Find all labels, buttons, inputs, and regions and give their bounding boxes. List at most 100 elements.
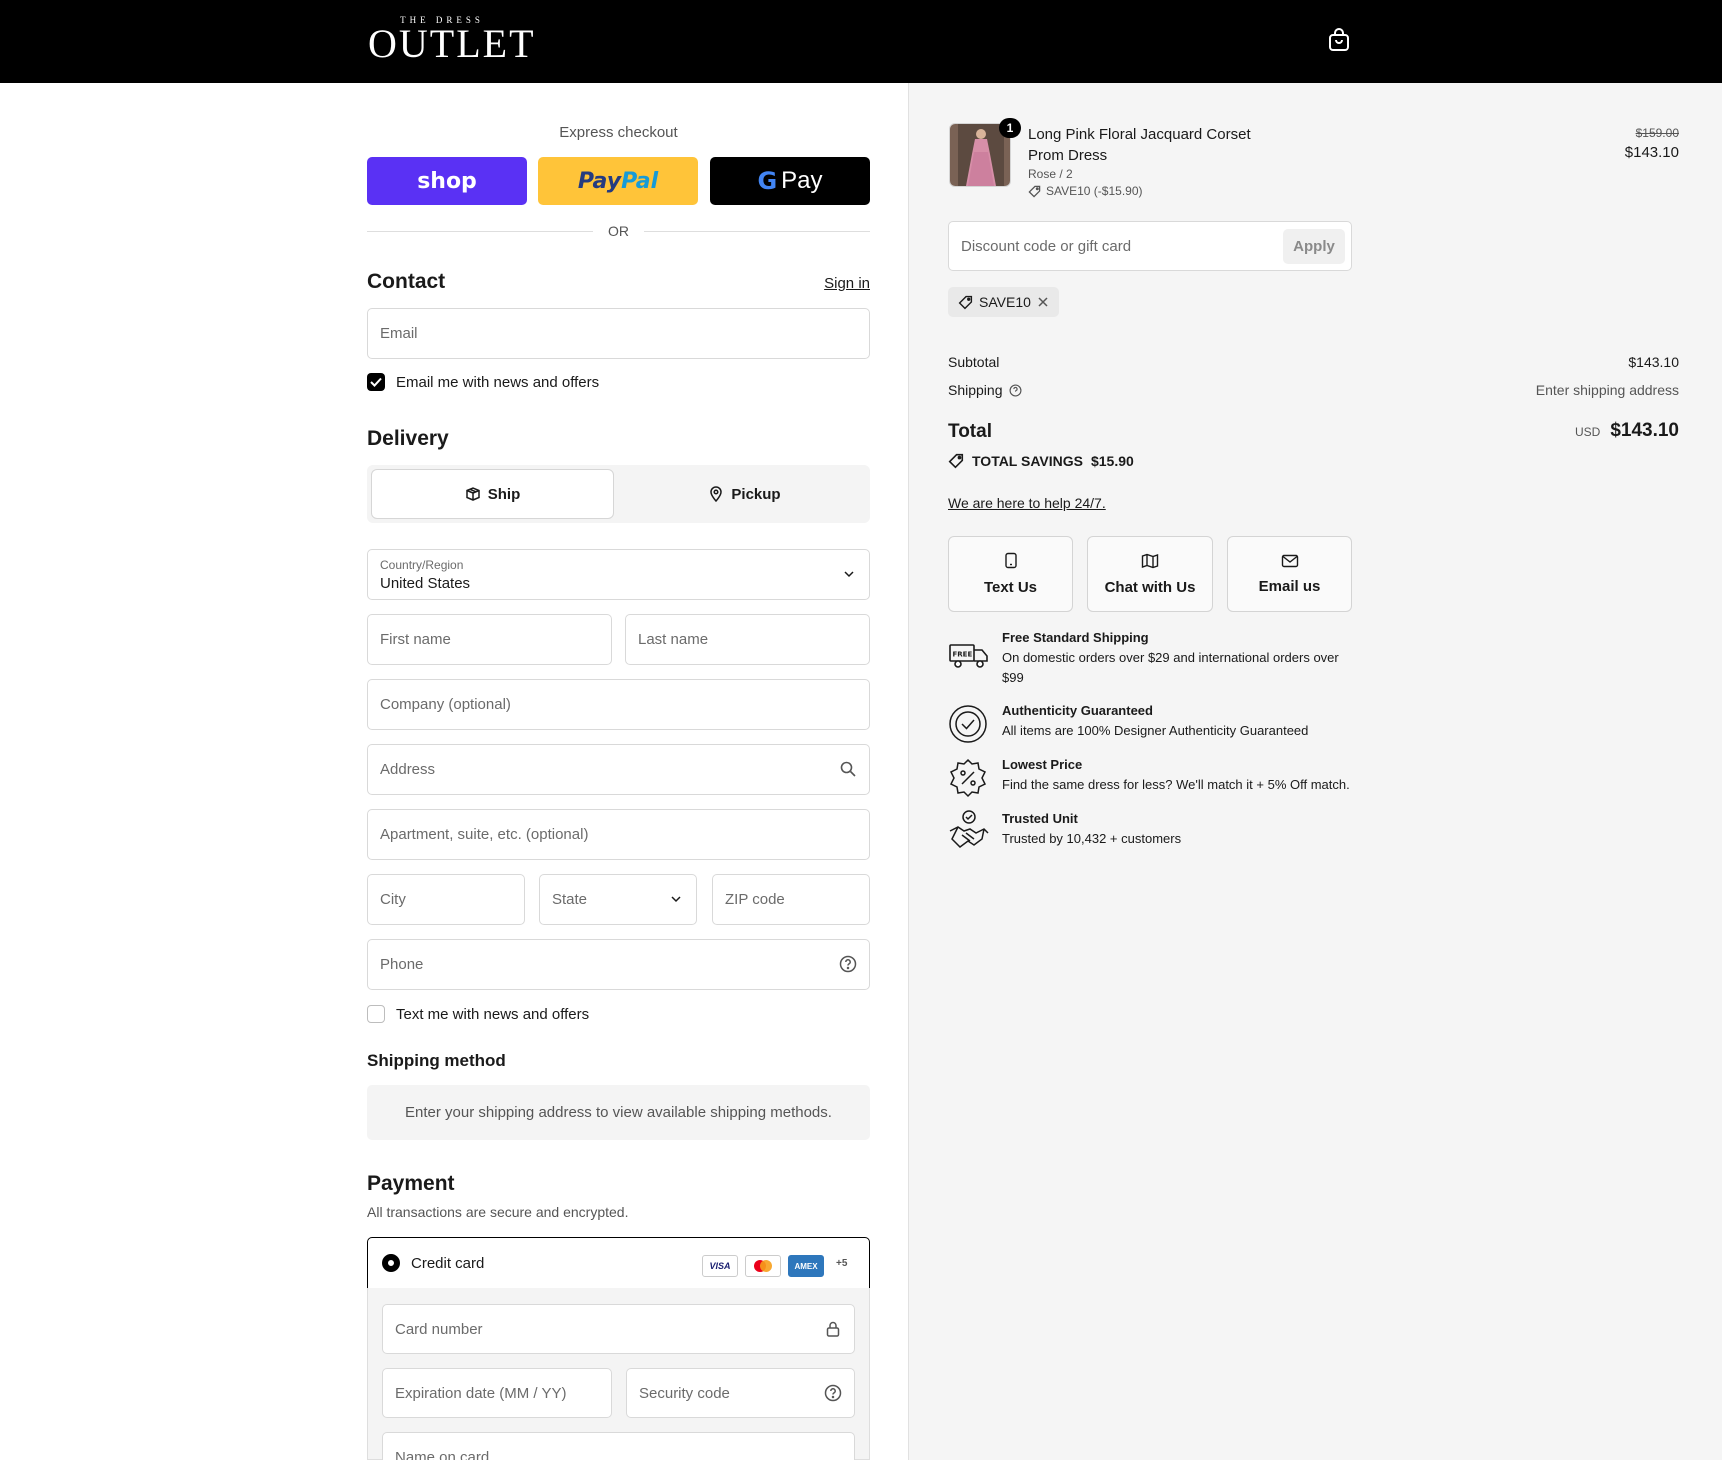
more-cards-label: +5 [836, 1258, 848, 1269]
city-field[interactable]: City [367, 874, 525, 925]
text-us-label: Text Us [983, 579, 1038, 596]
credit-card-label: Credit card [411, 1255, 485, 1272]
or-divider: OR [367, 223, 870, 239]
address-field[interactable]: Address [367, 744, 870, 795]
help-circle-icon[interactable] [824, 1384, 842, 1402]
order-summary: 1 Long Pink Floral Jacquard Corset Prom … [908, 83, 1722, 1460]
subtotal-value: $143.10 [1628, 354, 1679, 370]
search-icon [840, 761, 856, 777]
sign-in-link[interactable]: Sign in [824, 275, 870, 292]
tag-icon [958, 295, 973, 309]
credit-card-option[interactable]: Credit card VISA AMEX +5 [367, 1237, 870, 1289]
country-select[interactable]: Country/Region United States [367, 549, 870, 600]
site-header: THE DRESS OUTLET [0, 0, 1722, 83]
shopping-bag-icon[interactable] [1328, 28, 1350, 52]
apartment-field[interactable]: Apartment, suite, etc. (optional) [367, 809, 870, 860]
tag-icon [948, 453, 964, 469]
savings-label: TOTAL SAVINGS [972, 453, 1083, 469]
amex-label: AMEX [794, 1261, 818, 1271]
state-select[interactable]: State [539, 874, 697, 925]
amex-icon: AMEX [788, 1255, 824, 1277]
feature-title: Free Standard Shipping [1002, 630, 1149, 645]
phone-field[interactable]: Phone [367, 939, 870, 990]
name-on-card-placeholder: Name on card [395, 1449, 490, 1460]
handshake-icon [949, 810, 989, 848]
applied-code-label: SAVE10 [979, 294, 1031, 310]
product-price: $143.10 [1624, 144, 1679, 161]
close-icon[interactable] [1037, 296, 1049, 308]
pickup-label: Pickup [731, 485, 781, 503]
help-circle-icon[interactable] [839, 955, 857, 973]
email-field[interactable]: Email [367, 308, 870, 359]
authenticity-badge-icon [949, 705, 987, 743]
free-shipping-truck-icon: FREE [949, 644, 988, 668]
lock-icon [826, 1321, 840, 1337]
currency-label: USD [1574, 425, 1601, 439]
expiration-field[interactable]: Expiration date (MM / YY) [382, 1368, 612, 1418]
ship-option[interactable]: Ship [371, 469, 614, 519]
total-value: $143.10 [1610, 420, 1679, 441]
shipping-method-info: Enter your shipping address to view avai… [367, 1085, 870, 1140]
paypal-button[interactable]: Pay Pal [538, 157, 698, 205]
total-savings: TOTAL SAVINGS $15.90 [948, 453, 1134, 469]
subtotal-label: Subtotal [948, 354, 1000, 370]
card-number-field[interactable]: Card number [382, 1304, 855, 1354]
help-link[interactable]: We are here to help 24/7. [948, 495, 1106, 511]
map-icon [1141, 553, 1159, 568]
payment-subtitle: All transactions are secure and encrypte… [367, 1204, 629, 1220]
shop-pay-label: shop [417, 168, 477, 194]
percent-badge-icon [949, 758, 987, 798]
credit-card-radio[interactable] [382, 1254, 400, 1272]
email-news-checkbox[interactable] [367, 373, 385, 391]
logo-text: OUTLET [368, 21, 536, 66]
company-field[interactable]: Company (optional) [367, 679, 870, 730]
product-variant: Rose / 2 [1028, 167, 1073, 181]
check-icon [370, 377, 382, 387]
shipping-method-heading: Shipping method [367, 1051, 506, 1070]
phone-icon [1004, 552, 1017, 569]
phone-placeholder: Phone [380, 956, 424, 973]
total-label: Total [948, 421, 992, 442]
feature-title: Lowest Price [1002, 757, 1083, 772]
shop-pay-button[interactable]: shop [367, 157, 527, 205]
zip-field[interactable]: ZIP code [712, 874, 870, 925]
google-pay-button[interactable]: G Pay [710, 157, 870, 205]
security-code-field[interactable]: Security code [626, 1368, 855, 1418]
checkout-form: Express checkout shop Pay Pal G Pay OR Con… [0, 83, 908, 1460]
store-logo[interactable]: THE DRESS OUTLET [368, 15, 536, 66]
feature-desc: Trusted by 10,432 + customers [1002, 831, 1182, 846]
card-details-area: Card number Expiration date (MM / YY) Se… [367, 1288, 870, 1460]
first-name-placeholder: First name [380, 631, 451, 648]
chat-us-button[interactable]: Chat with Us [1087, 536, 1213, 612]
name-on-card-field[interactable]: Name on card [382, 1432, 855, 1460]
visa-label: VISA [709, 1261, 731, 1271]
product-discount: SAVE10 (-$15.90) [1028, 184, 1143, 198]
email-placeholder: Email [380, 325, 418, 342]
chevron-down-icon [844, 571, 854, 578]
last-name-placeholder: Last name [638, 631, 709, 648]
help-circle-icon[interactable] [1009, 384, 1022, 397]
shipping-label: Shipping [948, 382, 1003, 398]
google-g-icon: G [757, 167, 778, 195]
discount-code-field[interactable]: Discount code or gift card Apply [948, 221, 1352, 271]
feature-desc: Find the same dress for less? We'll matc… [1002, 777, 1350, 792]
text-us-button[interactable]: Text Us [948, 536, 1073, 612]
location-pin-icon [710, 486, 723, 502]
first-name-field[interactable]: First name [367, 614, 612, 665]
shipping-row: Shipping [948, 382, 1022, 398]
feature-desc: All items are 100% Designer Authenticity… [1002, 723, 1309, 738]
address-placeholder: Address [380, 761, 436, 778]
delivery-heading: Delivery [367, 427, 449, 450]
pickup-option[interactable]: Pickup [623, 469, 866, 519]
ship-label: Ship [487, 485, 521, 503]
or-divider-label: OR [608, 223, 629, 239]
text-news-checkbox[interactable] [367, 1005, 385, 1023]
email-news-label: Email me with news and offers [396, 374, 600, 391]
paypal-label-pal: Pal [621, 168, 659, 194]
paypal-label-pay: Pay [577, 168, 622, 194]
apply-button[interactable]: Apply [1283, 229, 1345, 264]
feature-title: Authenticity Guaranteed [1002, 703, 1153, 718]
last-name-field[interactable]: Last name [625, 614, 870, 665]
email-us-button[interactable]: Email us [1227, 536, 1352, 612]
chevron-down-icon [671, 896, 681, 903]
